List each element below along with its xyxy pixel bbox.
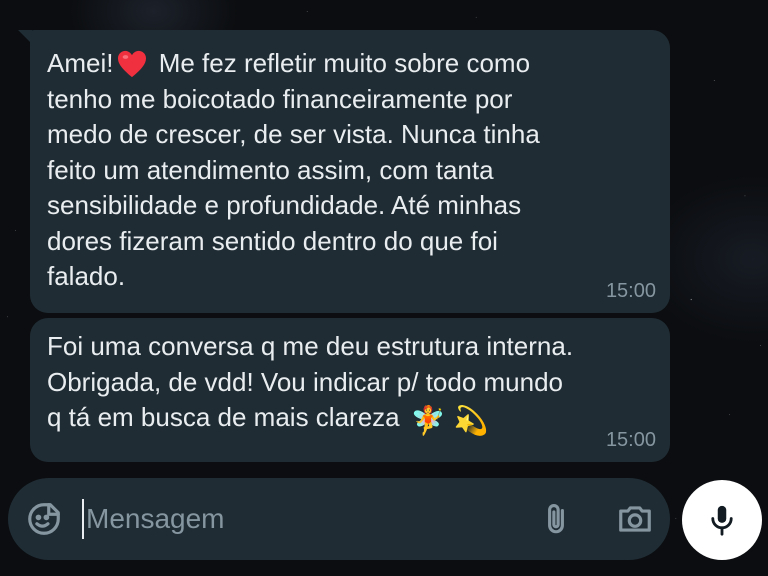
message-input[interactable]: Mensagem <box>82 498 522 540</box>
camera-button[interactable] <box>610 478 660 560</box>
attach-button[interactable] <box>536 478 576 560</box>
message-input-placeholder: Mensagem <box>86 503 225 534</box>
message-text-part: Amei! <box>47 48 114 78</box>
paperclip-icon <box>548 504 564 534</box>
message-time: 15:00 <box>605 280 656 302</box>
red-heart-emoji-icon <box>118 50 147 78</box>
dizzy-star-emoji-icon: 💫 <box>453 405 489 436</box>
emoji-button[interactable] <box>22 478 66 560</box>
voice-message-button[interactable] <box>682 480 762 560</box>
message-text-part: Me fez refletir muito sobre como tenho m… <box>47 48 540 291</box>
incoming-message-bubble[interactable]: Foi uma conversa q me deu estrutura inte… <box>30 318 670 462</box>
message-time: 15:00 <box>605 429 656 451</box>
fairy-emoji-icon: 🧚 <box>410 405 446 436</box>
message-text-part: Foi uma conversa q me deu estrutura inte… <box>47 331 574 432</box>
sticker-smiley-icon <box>28 503 60 535</box>
camera-icon <box>619 506 651 532</box>
message-text: Foi uma conversa q me deu estrutura inte… <box>47 329 657 436</box>
bubble-tail <box>18 30 32 44</box>
microphone-icon <box>711 505 733 536</box>
message-composer: Mensagem <box>8 478 670 560</box>
message-text: Amei! Me fez refletir muito sobre como t… <box>47 46 657 295</box>
incoming-message-bubble[interactable]: Amei! Me fez refletir muito sobre como t… <box>18 30 670 313</box>
text-cursor <box>82 499 84 539</box>
